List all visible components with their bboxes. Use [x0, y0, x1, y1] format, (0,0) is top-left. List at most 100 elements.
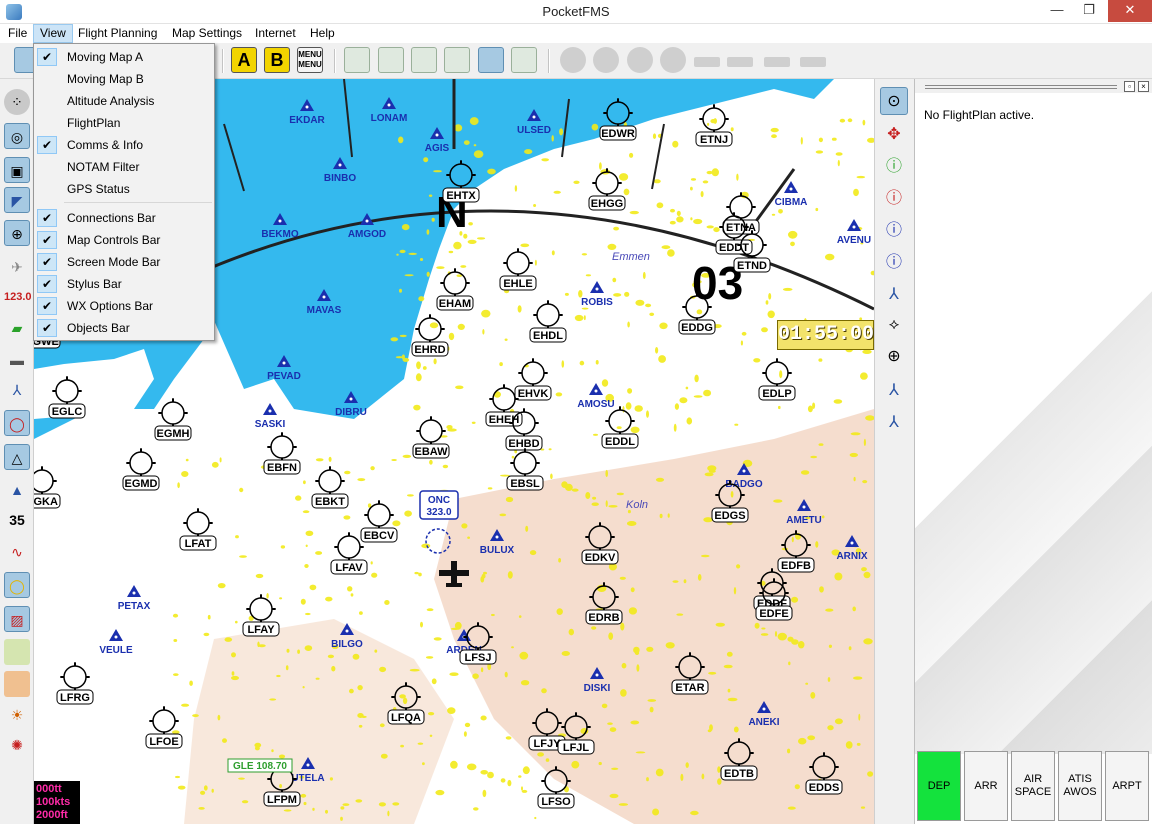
cloud-info-icon[interactable]: ⓘ	[880, 249, 908, 277]
view-menu-item[interactable]: Moving Map B	[34, 68, 214, 90]
layer-icon[interactable]: ▰	[4, 315, 30, 341]
center-tool-icon[interactable]	[378, 47, 404, 73]
restricted-area-icon[interactable]: ▨	[4, 606, 30, 632]
panel-grip[interactable]	[925, 85, 1117, 89]
waypoint-marker[interactable]: MAVAS	[307, 289, 342, 316]
view-menu-item[interactable]: ✔ Map Controls Bar	[34, 229, 214, 251]
waypoint-marker[interactable]: ULSED	[517, 109, 551, 136]
minimize-button[interactable]: —	[1042, 0, 1072, 22]
maximize-button[interactable]: ❐	[1074, 0, 1104, 22]
dep-button[interactable]: DEP	[917, 751, 961, 821]
menu-help[interactable]: Help	[304, 24, 341, 43]
bar-tool-icon-3[interactable]	[764, 57, 790, 67]
toolbar-separator	[334, 49, 336, 73]
arr-button[interactable]: ARR	[964, 751, 1008, 821]
vor-arrow-icon[interactable]: ⅄	[880, 281, 908, 309]
weather-tool-icon[interactable]	[560, 47, 586, 73]
view-menu-item[interactable]: NOTAM Filter	[34, 156, 214, 178]
compass-tool-icon[interactable]	[478, 47, 504, 73]
waypoint-marker[interactable]: AMGOD	[348, 213, 386, 240]
waypoint-marker[interactable]: DIBRU	[335, 391, 367, 418]
view-menu-item[interactable]: Altitude Analysis	[34, 90, 214, 112]
panel-restore-button[interactable]: ▫	[1124, 81, 1135, 92]
waypoint-marker[interactable]: LONAM	[371, 97, 408, 124]
arpt-button[interactable]: ARPT	[1105, 751, 1149, 821]
ndb-icon[interactable]: ◯	[4, 410, 30, 436]
triangle-outline-icon[interactable]: △	[4, 444, 30, 470]
horizon-tool-icon[interactable]	[411, 47, 437, 73]
vertical-tool-icon[interactable]	[444, 47, 470, 73]
terrain-map-icon[interactable]	[4, 639, 30, 665]
menu-map-settings[interactable]: Map Settings	[166, 24, 248, 43]
view-menu-item[interactable]: ✔ Connections Bar	[34, 207, 214, 229]
screen-mode-b-button[interactable]: B	[264, 47, 290, 73]
flight-timer[interactable]: 01:55:00	[777, 320, 874, 350]
menu-internet[interactable]: Internet	[249, 24, 302, 43]
view-menu-item[interactable]: ✔ Stylus Bar	[34, 273, 214, 295]
zoom-out-icon[interactable]: ⅄	[880, 409, 908, 437]
gle-frequency[interactable]: GLE 108.70	[227, 758, 293, 773]
waypoint-marker[interactable]: BINBO	[324, 157, 356, 184]
waypoint-marker[interactable]: BEKMO	[261, 213, 299, 240]
view-menu-item[interactable]: ✔ WX Options Bar	[34, 295, 214, 317]
bar-tool-icon-2[interactable]	[727, 57, 753, 67]
route-dots-icon[interactable]: ∿	[4, 539, 30, 565]
settings-tool-icon[interactable]	[627, 47, 653, 73]
terrain-map-icon-2[interactable]	[4, 671, 30, 697]
alert-icon[interactable]: ⓘ	[880, 185, 908, 213]
track-up-icon[interactable]: ⊙	[880, 87, 908, 115]
waypoint-marker[interactable]: AGIS	[425, 127, 450, 154]
weather-sun-icon[interactable]: ☀	[4, 702, 30, 728]
airport-label: EHDL	[533, 330, 563, 342]
grid-globe-icon[interactable]: ⁘	[4, 89, 30, 115]
menu-flight-planning[interactable]: Flight Planning	[72, 24, 163, 43]
menu-toggle-button[interactable]: MENU MENU	[297, 47, 323, 73]
crosshair-icon[interactable]: ⊕	[4, 220, 30, 246]
waypoint-label: PEVAD	[267, 371, 301, 382]
ruler-icon[interactable]: ▬	[4, 347, 30, 373]
zoom-in-icon[interactable]: ⅄	[880, 377, 908, 405]
airspace-button[interactable]: AIR SPACE	[1011, 751, 1055, 821]
checkmark-icon: ✔	[37, 231, 57, 249]
waypoint-label: VEULE	[99, 645, 133, 656]
person-tool-icon[interactable]	[660, 47, 686, 73]
view-menu-item[interactable]: ✔ Comms & Info	[34, 134, 214, 156]
waypoint-marker[interactable]: EKDAR	[289, 99, 326, 126]
speed-readout: 100kts	[36, 796, 71, 808]
view-menu-item[interactable]: ✔ Moving Map A	[34, 46, 214, 68]
waypoint-marker[interactable]: PEVAD	[267, 355, 301, 382]
menu-file[interactable]: File	[2, 24, 33, 43]
menu-view[interactable]: View	[33, 24, 73, 43]
altitude-value-icon[interactable]: 123.0	[4, 284, 32, 310]
satellite-tool-icon[interactable]	[593, 47, 619, 73]
view-menu-item[interactable]: ✔ Screen Mode Bar	[34, 251, 214, 273]
compass-tick	[343, 79, 353, 158]
screen-mode-a-button[interactable]: A	[231, 47, 257, 73]
view-menu-item[interactable]: GPS Status	[34, 178, 214, 200]
gear-red-icon[interactable]: ✺	[4, 732, 30, 758]
atis-awos-button[interactable]: ATIS AWOS	[1058, 751, 1102, 821]
bar-tool-icon-4[interactable]	[800, 57, 826, 67]
pan-icon[interactable]: ✥	[880, 121, 908, 149]
yellow-circle-icon[interactable]: ◯	[4, 572, 30, 598]
close-button[interactable]: ✕	[1108, 0, 1152, 22]
flight-level-icon[interactable]: 35	[4, 507, 30, 533]
target-icon[interactable]: ◎	[4, 123, 30, 149]
info-blue-icon[interactable]: ⓘ	[880, 217, 908, 245]
view-menu-item[interactable]: FlightPlan	[34, 112, 214, 134]
waypoint-triangle-icon[interactable]: ▲	[4, 477, 30, 503]
crosshair-center-icon[interactable]: ⊕	[880, 343, 908, 371]
screen-icon[interactable]: ▣	[4, 157, 30, 183]
airport-marker[interactable]: EHTX	[442, 160, 480, 203]
aircraft-icon[interactable]: ✈	[4, 254, 30, 280]
info-green-icon[interactable]: ⓘ	[880, 153, 908, 181]
arrow-plane-icon[interactable]: ◤	[4, 187, 30, 213]
airport-marker[interactable]: EDWR	[599, 98, 637, 141]
bar-tool-icon[interactable]	[694, 57, 720, 67]
route-tool-icon[interactable]	[344, 47, 370, 73]
view-menu-item[interactable]: ✔ Objects Bar	[34, 317, 214, 339]
vor-icon[interactable]: ⅄	[4, 377, 30, 403]
waypoint-select-icon[interactable]: ⟡	[880, 311, 908, 339]
panel-close-button[interactable]: ×	[1138, 81, 1149, 92]
no-fly-tool-icon[interactable]	[511, 47, 537, 73]
